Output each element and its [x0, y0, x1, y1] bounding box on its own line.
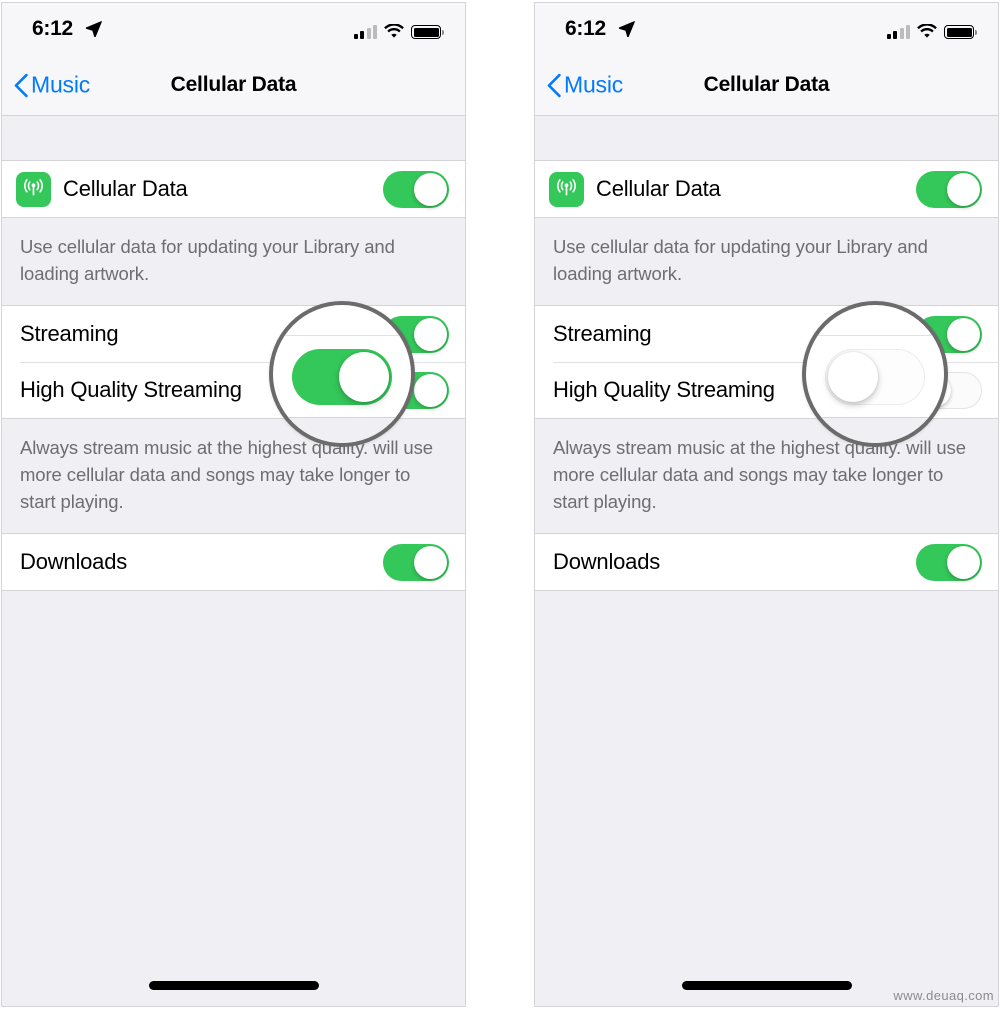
magnifier-footer-band: [806, 418, 944, 443]
magnifier-divider-top: [273, 335, 411, 336]
home-indicator: [681, 981, 852, 990]
row-label: Cellular Data: [63, 176, 188, 201]
status-bar: 6:12: [2, 3, 465, 55]
location-arrow-icon: [85, 20, 102, 38]
magnified-toggle-high-quality-streaming[interactable]: [292, 349, 392, 405]
toggle-knob: [414, 172, 447, 206]
cellular-antenna-icon: [549, 171, 584, 207]
settings-group-downloads: Downloads: [535, 533, 998, 591]
cellular-antenna-icon: [16, 171, 51, 207]
site-watermark: www.deuaq.com: [893, 988, 994, 1003]
settings-group-cellular-data: Cellular Data: [535, 160, 998, 218]
page-title: Cellular Data: [703, 73, 830, 96]
home-indicator: [148, 981, 319, 990]
magnifier-callout: [269, 301, 415, 447]
nav-bar: Music Cellular Data: [535, 55, 998, 116]
footer-cellular-data: Use cellular data for updating your Libr…: [2, 218, 465, 305]
wifi-icon: [384, 24, 404, 38]
toggle-knob: [414, 317, 447, 351]
phone-screenshot-right: 6:12 Music Cellular Data Cellular Data U…: [534, 2, 999, 1007]
row-downloads[interactable]: Downloads: [2, 534, 465, 590]
battery-full-icon: [411, 25, 444, 39]
row-downloads[interactable]: Downloads: [535, 534, 998, 590]
cellular-signal-icon: [353, 25, 377, 39]
wifi-icon: [917, 24, 937, 38]
magnifier-divider-top: [806, 335, 944, 336]
settings-group-downloads: Downloads: [2, 533, 465, 591]
status-bar: 6:12: [535, 3, 998, 55]
section-gap-top: [535, 116, 998, 160]
phone-screenshot-left: 6:12 Music Cellular Data Cellular Data U…: [1, 2, 466, 1007]
settings-content: Cellular Data Use cellular data for upda…: [2, 116, 465, 1006]
status-bar-indicators: [353, 20, 444, 39]
toggle-knob: [339, 352, 389, 402]
row-cellular-data[interactable]: Cellular Data: [535, 161, 998, 217]
status-bar-time: 6:12: [565, 17, 606, 40]
toggle-knob: [414, 545, 447, 579]
section-gap-top: [2, 116, 465, 160]
toggle-cellular-data[interactable]: [383, 170, 449, 208]
cellular-signal-icon: [886, 25, 910, 39]
location-arrow-icon: [618, 20, 635, 38]
footer-cellular-data: Use cellular data for updating your Libr…: [535, 218, 998, 305]
status-bar-indicators: [886, 20, 977, 39]
magnifier-footer-band: [273, 418, 411, 443]
toggle-downloads[interactable]: [916, 543, 982, 581]
nav-bar: Music Cellular Data: [2, 55, 465, 116]
row-label: Cellular Data: [596, 176, 721, 201]
page-title: Cellular Data: [170, 73, 297, 96]
row-cellular-data[interactable]: Cellular Data: [2, 161, 465, 217]
status-bar-time: 6:12: [32, 17, 73, 40]
toggle-cellular-data[interactable]: [916, 170, 982, 208]
toggle-knob: [947, 317, 980, 351]
toggle-knob: [947, 545, 980, 579]
magnifier-callout: [802, 301, 948, 447]
magnified-toggle-high-quality-streaming[interactable]: [825, 349, 925, 405]
toggle-downloads[interactable]: [383, 543, 449, 581]
row-label: Downloads: [553, 549, 661, 574]
settings-content: Cellular Data Use cellular data for upda…: [535, 116, 998, 1006]
settings-group-cellular-data: Cellular Data: [2, 160, 465, 218]
screenshot-stage: 6:12 Music Cellular Data Cellular Data U…: [0, 0, 1000, 1009]
toggle-knob: [947, 172, 980, 206]
toggle-knob: [414, 373, 447, 407]
battery-full-icon: [944, 25, 977, 39]
toggle-knob: [827, 351, 878, 402]
row-label: Downloads: [20, 549, 128, 574]
